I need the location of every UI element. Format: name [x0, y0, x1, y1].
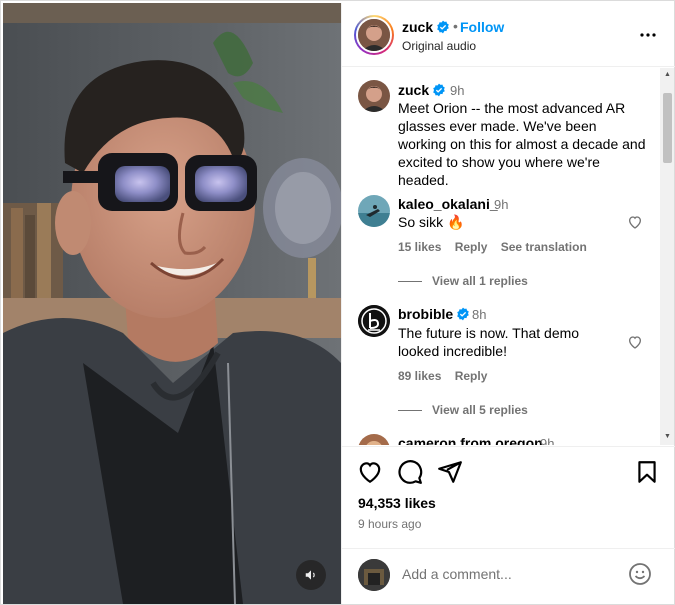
caption-avatar[interactable] — [358, 80, 390, 112]
view-replies-label[interactable]: View all 1 replies — [432, 274, 528, 288]
comment-username[interactable]: kaleo_okalani_ — [398, 196, 498, 212]
view-replies-button[interactable]: View all 5 replies — [398, 403, 528, 417]
verified-badge-icon — [433, 83, 445, 97]
comment-icon — [398, 460, 423, 484]
more-options-icon — [640, 33, 656, 37]
view-replies-label[interactable]: View all 5 replies — [432, 403, 528, 417]
caption-username[interactable]: zuck — [398, 82, 446, 98]
separator-dot: • — [453, 18, 458, 34]
commenter-avatar[interactable] — [358, 195, 390, 227]
commenter-avatar-image — [358, 195, 390, 227]
author-username-text[interactable]: zuck — [402, 19, 433, 35]
comment-time: 9h — [540, 436, 555, 445]
comment-username[interactable]: cameron from oregon — [398, 435, 543, 445]
comment-button[interactable] — [397, 459, 423, 485]
heart-icon — [628, 336, 642, 349]
author-username[interactable]: zuck — [402, 19, 450, 35]
comment-composer — [342, 548, 675, 604]
post-timestamp: 9 hours ago — [358, 517, 422, 531]
share-button[interactable] — [437, 459, 463, 485]
see-translation-button[interactable]: See translation — [501, 240, 587, 254]
post-actions: 94,353 likes 9 hours ago — [342, 446, 675, 546]
like-button[interactable] — [357, 459, 383, 485]
post-dialog: zuck • Follow Original audio zuck 9h Mee… — [0, 0, 675, 605]
scroll-up-arrow[interactable]: ▲ — [663, 71, 672, 79]
current-user-avatar-image — [358, 559, 390, 591]
save-button[interactable] — [634, 459, 660, 485]
commenter-avatar-image — [358, 305, 390, 337]
comment-meta: 89 likes Reply — [398, 369, 487, 383]
post-details-panel: zuck • Follow Original audio zuck 9h Mee… — [341, 3, 675, 604]
caption-avatar-image — [358, 80, 390, 112]
caption-text: Meet Orion -- the most advanced AR glass… — [398, 100, 646, 188]
verified-badge-icon — [457, 307, 470, 321]
more-options-button[interactable] — [638, 25, 658, 45]
comments-list[interactable]: zuck 9h Meet Orion -- the most advanced … — [342, 68, 675, 445]
post-video[interactable] — [3, 3, 341, 604]
sound-icon — [305, 570, 315, 580]
emoji-icon — [629, 563, 651, 585]
author-avatar[interactable] — [354, 15, 394, 55]
reply-button[interactable]: Reply — [455, 369, 488, 383]
caption-username-text[interactable]: zuck — [398, 82, 429, 98]
comment-meta: 15 likes Reply See translation — [398, 240, 587, 254]
commenter-avatar[interactable] — [358, 305, 390, 337]
like-comment-button[interactable] — [627, 334, 643, 350]
scroll-down-arrow[interactable]: ▼ — [663, 433, 672, 441]
comment-likes[interactable]: 89 likes — [398, 369, 441, 383]
reply-button[interactable]: Reply — [455, 240, 488, 254]
emoji-button[interactable] — [628, 562, 652, 586]
heart-icon — [359, 462, 381, 484]
comment-likes[interactable]: 15 likes — [398, 240, 441, 254]
heart-icon — [628, 216, 642, 229]
post-header: zuck • Follow Original audio — [342, 3, 675, 67]
comment-time: 8h — [472, 307, 487, 322]
comment-text: The future is now. That demo looked incr… — [398, 325, 580, 359]
scrollbar-thumb[interactable] — [663, 93, 672, 163]
comment-time: 9h — [494, 197, 509, 212]
likes-count[interactable]: 94,353 likes — [358, 495, 436, 511]
commenter-avatar[interactable] — [358, 434, 390, 445]
add-comment-input[interactable] — [402, 563, 622, 585]
comment-username-text[interactable]: brobible — [398, 306, 453, 322]
commenter-avatar-image — [358, 434, 390, 445]
video-frame-image — [3, 3, 341, 604]
comment-username[interactable]: brobible — [398, 306, 470, 322]
share-icon — [438, 461, 462, 483]
replies-divider — [398, 410, 422, 412]
verified-badge-icon — [437, 20, 449, 34]
bookmark-icon — [638, 461, 656, 483]
follow-button[interactable]: Follow — [460, 19, 504, 35]
author-avatar-image — [358, 19, 390, 51]
comment-text: So sikk 🔥 — [398, 214, 465, 230]
current-user-avatar — [358, 559, 390, 591]
audio-link[interactable]: Original audio — [402, 39, 476, 53]
like-comment-button[interactable] — [627, 214, 643, 230]
caption-time: 9h — [450, 83, 465, 98]
view-replies-button[interactable]: View all 1 replies — [398, 274, 528, 288]
replies-divider — [398, 281, 422, 283]
sound-toggle-button[interactable] — [296, 560, 326, 590]
